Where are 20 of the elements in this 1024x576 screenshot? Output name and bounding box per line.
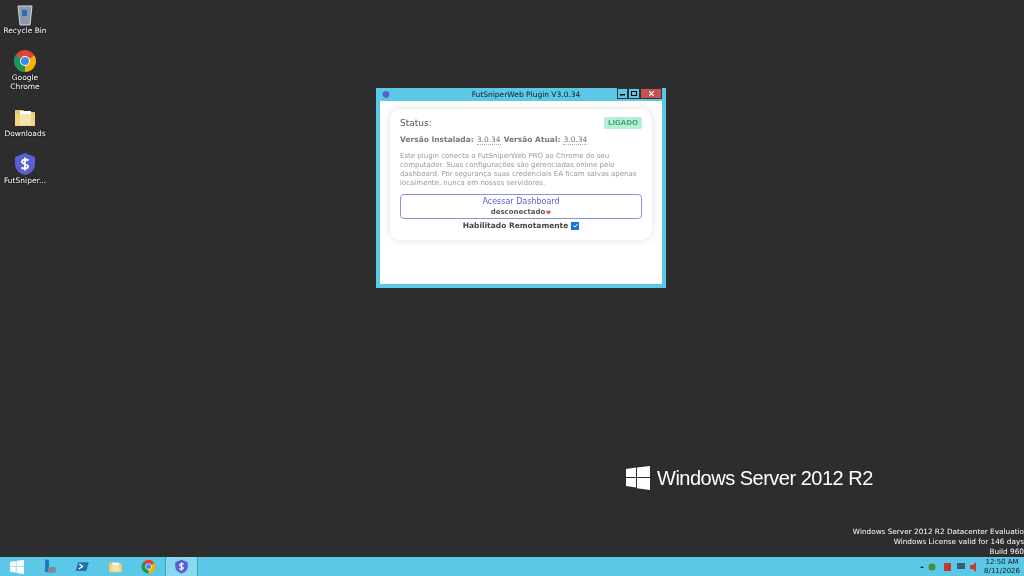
- windows-logo-icon: [9, 559, 24, 574]
- minimize-icon: [620, 91, 625, 96]
- maximize-icon: [631, 91, 637, 96]
- folder-icon: [108, 559, 123, 574]
- close-button[interactable]: [640, 88, 662, 99]
- status-label: Status:: [400, 118, 432, 128]
- heart-icon: [546, 209, 552, 215]
- maximize-button[interactable]: [628, 88, 640, 99]
- remote-checkbox[interactable]: [571, 221, 580, 230]
- chrome-icon: [141, 559, 156, 574]
- tray-icons-drawing: [920, 561, 979, 572]
- server-toolbox-icon: [42, 559, 57, 574]
- windows-logo-icon: [626, 466, 650, 490]
- minimize-button[interactable]: [617, 88, 628, 99]
- powershell-icon: [75, 559, 90, 574]
- close-icon: [648, 91, 654, 96]
- chrome-icon: [13, 49, 37, 73]
- taskbar-app-button[interactable]: [165, 557, 198, 576]
- checkmark-icon: [572, 223, 578, 228]
- os-name: Windows Server 2012 R2: [657, 466, 873, 490]
